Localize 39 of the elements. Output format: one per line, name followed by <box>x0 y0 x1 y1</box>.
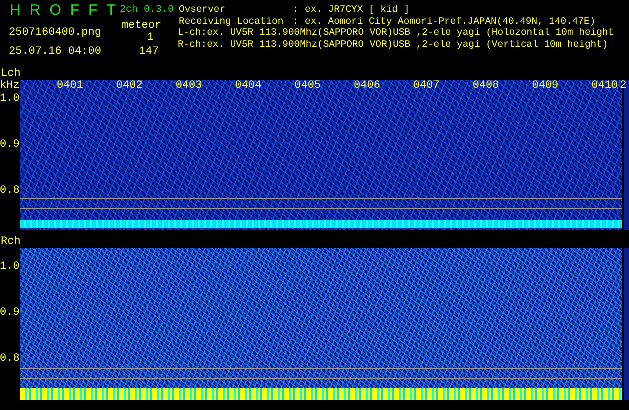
time-label: 0409 <box>532 80 559 92</box>
axis-label: 0.9 <box>0 306 20 322</box>
unit-label: kHz <box>0 80 20 92</box>
time-label: 0402 <box>116 80 143 92</box>
app-title-letter: R <box>30 2 41 18</box>
version-label: 2ch 0.3.0 <box>120 4 176 16</box>
time-label: 0408 <box>472 80 500 92</box>
colon-separator: : <box>293 16 300 27</box>
axis-label: 0.8 <box>0 352 20 368</box>
time-label: 0403 <box>176 80 202 92</box>
axis-label: 1.0 <box>0 92 20 108</box>
file-name: 2507160400.png <box>8 27 102 39</box>
time-label: 0405 <box>294 80 322 92</box>
channel-label: Lch <box>0 68 22 80</box>
info-label: Receiving Location <box>178 16 285 27</box>
app-title-letter: O <box>50 2 62 18</box>
axis-label: 0.9 <box>0 138 20 154</box>
info-line: L-ch:ex. UV5R 113.900Mhz(SAPPORO VOR)USB ,2-ele yagi (Holozontal 10m height <box>178 27 614 38</box>
colon-separator: : <box>293 4 300 16</box>
axis-label: 1.0 <box>0 260 20 276</box>
time-label: 0407 <box>413 80 440 92</box>
info-label: Ovserver <box>178 4 227 16</box>
timestamp: 25.07.16 04:00 <box>8 46 102 60</box>
time-label: 0404 <box>235 80 262 92</box>
time-label: 0401 <box>57 80 84 92</box>
app-title-letter: F <box>70 2 80 18</box>
time-label: 0406 <box>354 80 380 92</box>
app-title-letter: H <box>10 2 21 18</box>
meteor-label: meteor <box>121 20 163 32</box>
time-label: 0410 <box>592 80 618 92</box>
meteor-count: 1 <box>146 32 155 46</box>
info-value: ex. JR7CYX [ kid ] <box>305 4 410 16</box>
axis-label: 0.8 <box>0 184 20 200</box>
info-value: ex. Aomori City Aomori-Pref.JAPAN(40.49N, 140.47E) <box>305 16 596 27</box>
channel-label: Rch <box>0 236 22 248</box>
meteor-count: 147 <box>138 46 160 60</box>
app-title-letter: F <box>88 2 98 18</box>
app-title-letter: T <box>106 2 116 18</box>
info-line: R-ch:ex. UV5R 113.900Mhz(SAPPORO VOR)USB ,2-ele yagi (Vertical 10m height) <box>178 38 608 50</box>
